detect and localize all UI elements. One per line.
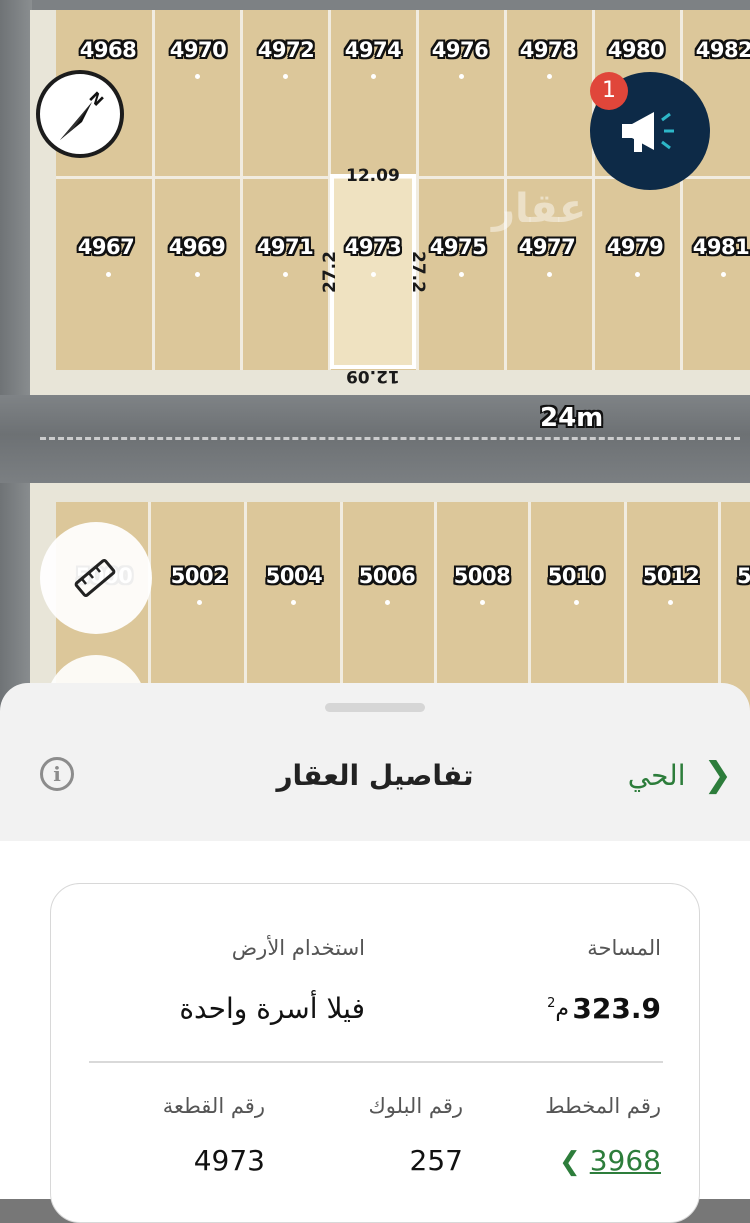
road-left xyxy=(0,0,32,720)
dim-bottom: 12.09 xyxy=(346,366,400,386)
lot-center-dot xyxy=(574,600,579,605)
lot-center-dot xyxy=(371,272,376,277)
lot-label-selected[interactable]: 4973 xyxy=(345,235,402,259)
notification-badge: 1 xyxy=(590,72,628,110)
lot-label[interactable]: 4969 xyxy=(169,235,226,259)
block-value: 257 xyxy=(409,1144,463,1177)
area-unit: م xyxy=(555,996,569,1022)
chevron-left-icon: ❮ xyxy=(559,1147,581,1177)
neighborhood-link[interactable]: الحي ❯ xyxy=(628,755,732,795)
lot-center-dot xyxy=(371,74,376,79)
lot-label[interactable]: 4968 xyxy=(80,38,137,62)
lot-label[interactable]: 4980 xyxy=(608,38,665,62)
lot-label[interactable]: 4974 xyxy=(345,38,402,62)
lot-label[interactable]: 4976 xyxy=(432,38,489,62)
dim-right: 27.2 xyxy=(407,251,428,293)
lot-label[interactable]: 5002 xyxy=(171,564,228,588)
plan-value[interactable]: 3968 xyxy=(590,1144,661,1177)
card-divider xyxy=(89,1061,663,1063)
lot-label[interactable]: 4978 xyxy=(520,38,577,62)
lot-label[interactable]: 4972 xyxy=(258,38,315,62)
lot-center-dot xyxy=(385,600,390,605)
parcel-label: رقم القطعة xyxy=(162,1094,265,1118)
dim-top: 12.09 xyxy=(346,166,400,186)
lot-label[interactable]: 4977 xyxy=(519,235,576,259)
compass-button[interactable]: N xyxy=(36,70,124,158)
lot-label[interactable]: 4981 xyxy=(693,235,750,259)
neighborhood-link-label: الحي xyxy=(627,758,686,792)
watermark: عقار xyxy=(492,186,587,232)
lot-center-dot xyxy=(480,600,485,605)
lot-center-dot xyxy=(635,272,640,277)
ruler-icon xyxy=(74,558,116,598)
lot-label[interactable]: 5006 xyxy=(359,564,416,588)
sheet-header: i تفاصيل العقار الحي ❯ xyxy=(0,731,750,841)
chevron-right-icon: ❯ xyxy=(703,755,733,795)
lot-label[interactable]: 5012 xyxy=(643,564,700,588)
megaphone-icon xyxy=(622,112,674,152)
lot-center-dot xyxy=(721,272,726,277)
lot-center-dot xyxy=(195,272,200,277)
lot-label[interactable]: 4971 xyxy=(257,235,314,259)
plan-label: رقم المخطط xyxy=(545,1094,661,1118)
lot-center-dot xyxy=(283,74,288,79)
area-unit-wrap: م2 xyxy=(547,996,569,1021)
area-label: المساحة xyxy=(587,936,661,960)
parcel-value: 4973 xyxy=(193,1144,265,1177)
map-view[interactable]: 24m 12.09 12.09 27.2 27.2 عقار 4968 4970… xyxy=(0,0,750,720)
lot-center-dot xyxy=(197,600,202,605)
sheet-grabber[interactable] xyxy=(325,703,425,712)
lot-center-dot xyxy=(547,74,552,79)
lot-line xyxy=(416,10,419,370)
lot-label[interactable]: 5 xyxy=(737,564,750,588)
land-use-label: استخدام الأرض xyxy=(231,936,365,960)
lot-center-dot xyxy=(459,74,464,79)
compass-icon xyxy=(60,102,92,140)
lot-label[interactable]: 4982 xyxy=(696,38,750,62)
lot-center-dot xyxy=(459,272,464,277)
road-width-label: 24m xyxy=(540,403,604,433)
lot-label[interactable]: 5008 xyxy=(454,564,511,588)
property-info-card: المساحة 323.9 م2 استخدام الأرض فيلا أسرة… xyxy=(50,883,700,1223)
lot-center-dot xyxy=(283,272,288,277)
lot-label[interactable]: 4970 xyxy=(170,38,227,62)
lot-label[interactable]: 4975 xyxy=(430,235,487,259)
block-label: رقم البلوك xyxy=(368,1094,463,1118)
dim-left: 27.2 xyxy=(319,251,340,293)
lot-label[interactable]: 4967 xyxy=(78,235,135,259)
land-use-value: فيلا أسرة واحدة xyxy=(179,992,365,1025)
road-center-line xyxy=(40,437,740,440)
lot-center-dot xyxy=(106,272,111,277)
area-value: 323.9 xyxy=(572,992,661,1025)
property-details-sheet: i تفاصيل العقار الحي ❯ المساحة 323.9 م2 … xyxy=(0,683,750,1223)
plan-link[interactable]: ❮ 3968 xyxy=(549,1144,661,1177)
sheet-content: المساحة 323.9 م2 استخدام الأرض فيلا أسرة… xyxy=(0,841,750,1223)
lot-center-dot xyxy=(195,74,200,79)
lot-line xyxy=(680,10,683,370)
lot-center-dot xyxy=(668,600,673,605)
measure-button[interactable] xyxy=(40,522,152,634)
lot-label[interactable]: 5010 xyxy=(548,564,605,588)
lot-line xyxy=(152,10,155,370)
lot-label[interactable]: 4979 xyxy=(607,235,664,259)
lot-label[interactable]: 5004 xyxy=(266,564,323,588)
area-value-wrap: 323.9 xyxy=(572,992,661,1025)
lot-line xyxy=(240,10,243,370)
lot-line xyxy=(592,10,595,370)
lot-center-dot xyxy=(547,272,552,277)
lot-center-dot xyxy=(291,600,296,605)
